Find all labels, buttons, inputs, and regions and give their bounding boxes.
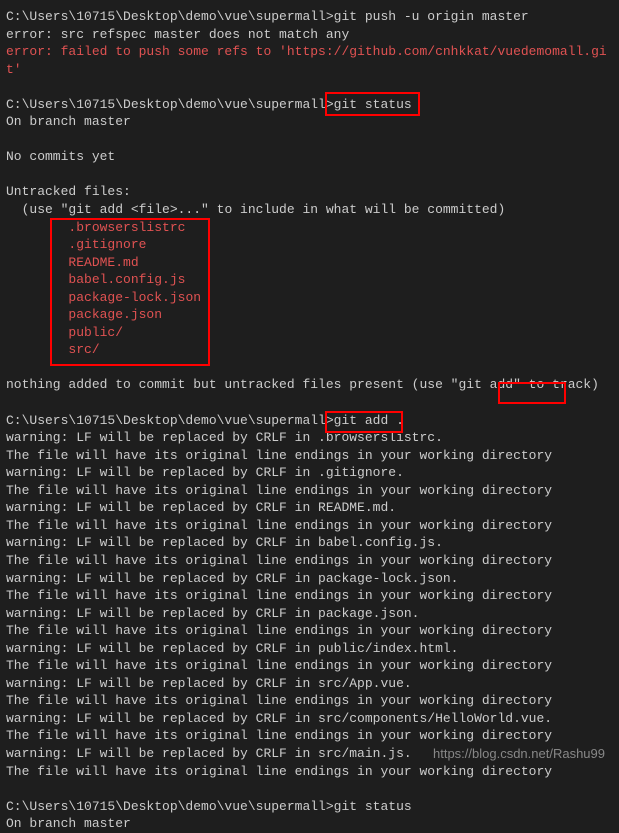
warning-line: The file will have its original line end… <box>6 517 613 535</box>
warning-line: The file will have its original line end… <box>6 763 613 781</box>
warning-line: warning: LF will be replaced by CRLF in … <box>6 605 613 623</box>
untracked-file: package.json <box>6 306 613 324</box>
blank-line <box>6 394 613 412</box>
untracked-file: .gitignore <box>6 236 613 254</box>
prompt-line-status2: C:\Users\10715\Desktop\demo\vue\supermal… <box>6 798 613 816</box>
warning-line: The file will have its original line end… <box>6 622 613 640</box>
warning-line: The file will have its original line end… <box>6 692 613 710</box>
untracked-file: public/ <box>6 324 613 342</box>
untracked-file: package-lock.json <box>6 289 613 307</box>
warning-line: The file will have its original line end… <box>6 552 613 570</box>
blank-line <box>6 359 613 377</box>
prompt-line-add: C:\Users\10715\Desktop\demo\vue\supermal… <box>6 412 613 430</box>
blank-line <box>6 780 613 798</box>
untracked-hint: (use "git add <file>..." to include in w… <box>6 201 613 219</box>
untracked-header: Untracked files: <box>6 183 613 201</box>
warning-line: warning: LF will be replaced by CRLF in … <box>6 534 613 552</box>
blank-line <box>6 166 613 184</box>
warning-line: warning: LF will be replaced by CRLF in … <box>6 710 613 728</box>
warning-line: warning: LF will be replaced by CRLF in … <box>6 429 613 447</box>
warning-line: The file will have its original line end… <box>6 727 613 745</box>
untracked-file: babel.config.js <box>6 271 613 289</box>
warning-line: warning: LF will be replaced by CRLF in … <box>6 499 613 517</box>
untracked-file-list: .browserslistrc .gitignore README.md bab… <box>6 219 613 359</box>
watermark: https://blog.csdn.net/Rashu99 <box>433 745 605 763</box>
blank-line <box>6 78 613 96</box>
untracked-file: README.md <box>6 254 613 272</box>
warning-line: The file will have its original line end… <box>6 657 613 675</box>
error-line: error: failed to push some refs to 'http… <box>6 43 613 78</box>
on-branch: On branch master <box>6 113 613 131</box>
warning-line: warning: LF will be replaced by CRLF in … <box>6 675 613 693</box>
error-line: error: src refspec master does not match… <box>6 26 613 44</box>
warning-line: warning: LF will be replaced by CRLF in … <box>6 570 613 588</box>
warning-line: warning: LF will be replaced by CRLF in … <box>6 464 613 482</box>
terminal-output[interactable]: C:\Users\10715\Desktop\demo\vue\supermal… <box>6 8 613 833</box>
untracked-file: src/ <box>6 341 613 359</box>
warning-line: The file will have its original line end… <box>6 447 613 465</box>
warning-line: warning: LF will be replaced by CRLF in … <box>6 640 613 658</box>
prompt-line-push: C:\Users\10715\Desktop\demo\vue\supermal… <box>6 8 613 26</box>
warnings-block: warning: LF will be replaced by CRLF in … <box>6 429 613 780</box>
no-commits: No commits yet <box>6 148 613 166</box>
prompt-line-status: C:\Users\10715\Desktop\demo\vue\supermal… <box>6 96 613 114</box>
nothing-added: nothing added to commit but untracked fi… <box>6 376 613 394</box>
untracked-file: .browserslistrc <box>6 219 613 237</box>
blank-line <box>6 131 613 149</box>
on-branch: On branch master <box>6 815 613 833</box>
warning-line: The file will have its original line end… <box>6 587 613 605</box>
warning-line: The file will have its original line end… <box>6 482 613 500</box>
